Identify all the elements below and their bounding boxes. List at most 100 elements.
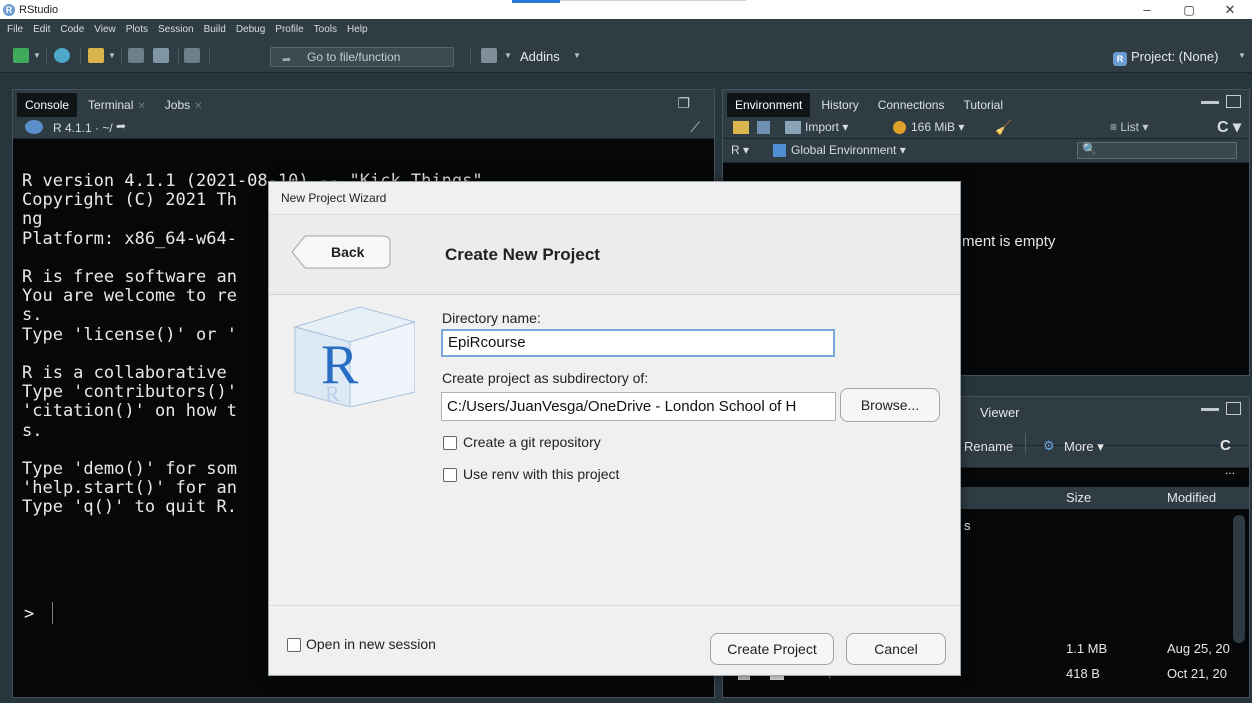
- file-name-fragment: s: [964, 518, 971, 533]
- svg-text:R: R: [325, 381, 340, 406]
- files-scrollbar[interactable]: [1233, 515, 1245, 643]
- menu-view[interactable]: View: [94, 24, 116, 35]
- more-menu[interactable]: More ▾: [1064, 439, 1104, 455]
- project-label: Project: (None): [1131, 49, 1219, 64]
- chevron-down-icon[interactable]: ▼: [573, 51, 581, 60]
- console-prompt[interactable]: >: [24, 604, 34, 624]
- subdirectory-path-input[interactable]: C:/Users/JuanVesga/OneDrive - London Sch…: [441, 392, 836, 421]
- menu-code[interactable]: Code: [60, 24, 84, 35]
- addins-menu[interactable]: Addins: [520, 48, 560, 65]
- tab-console[interactable]: Console: [17, 93, 78, 117]
- go-to-dir-icon[interactable]: ➦: [116, 119, 126, 133]
- console-line: Type 'q()' to quit R.: [22, 497, 237, 518]
- load-workspace-icon[interactable]: [733, 121, 749, 134]
- directory-name-label: Directory name:: [442, 310, 541, 326]
- chevron-down-icon[interactable]: ▼: [108, 51, 116, 60]
- tab-environment[interactable]: Environment: [727, 93, 811, 117]
- menu-edit[interactable]: Edit: [33, 24, 50, 35]
- chevron-down-icon[interactable]: ▼: [33, 51, 41, 60]
- back-button[interactable]: Back: [291, 235, 391, 269]
- console-line: R is a collaborative: [22, 363, 227, 384]
- environment-search-input[interactable]: 🔍: [1077, 142, 1237, 159]
- restore-button[interactable]: ▢: [1169, 0, 1209, 19]
- file-modified: Aug 25, 20: [1167, 641, 1230, 656]
- close-tab-icon[interactable]: ✕: [137, 101, 145, 112]
- open-new-session-checkbox[interactable]: [287, 638, 301, 652]
- save-all-icon[interactable]: [153, 48, 169, 63]
- menu-file[interactable]: File: [7, 24, 23, 35]
- go-to-file-input[interactable]: ➦ Go to file/function: [270, 47, 454, 67]
- print-icon[interactable]: [184, 48, 200, 63]
- minimize-pane-icon[interactable]: [1201, 96, 1219, 104]
- new-file-icon[interactable]: [13, 48, 29, 63]
- view-mode-menu[interactable]: ≡ List ▾: [1110, 120, 1148, 134]
- clear-workspace-icon[interactable]: 🧹: [995, 119, 1012, 136]
- cancel-button[interactable]: Cancel: [846, 633, 946, 665]
- maximize-pane-icon[interactable]: ❐: [677, 95, 690, 112]
- column-modified[interactable]: Modified: [1167, 490, 1216, 505]
- git-repository-checkbox[interactable]: [443, 436, 457, 450]
- working-dir-label: R 4.1.1 · ~/: [53, 121, 113, 135]
- console-line: R is free software an: [22, 267, 237, 288]
- environment-scope-menu[interactable]: Global Environment ▾: [791, 143, 906, 157]
- language-menu[interactable]: R ▾: [731, 143, 749, 157]
- maximize-pane-icon[interactable]: [1226, 95, 1241, 108]
- menu-session[interactable]: Session: [158, 24, 194, 35]
- taskbar-indicator: [512, 0, 560, 3]
- create-project-button[interactable]: Create Project: [710, 633, 834, 665]
- new-project-icon[interactable]: [54, 48, 70, 63]
- save-icon[interactable]: [128, 48, 144, 63]
- subdirectory-label: Create project as subdirectory of:: [442, 370, 649, 386]
- tab-history[interactable]: History: [813, 93, 866, 117]
- go-to-arrow-icon: ➦: [282, 54, 292, 66]
- grid-layout-icon[interactable]: [481, 48, 497, 63]
- menu-plots[interactable]: Plots: [126, 24, 148, 35]
- maximize-pane-icon[interactable]: [1226, 402, 1241, 415]
- more-path-button[interactable]: ...: [1225, 463, 1235, 477]
- toolbar-divider: [178, 48, 179, 65]
- project-menu[interactable]: R Project: (None): [1113, 48, 1218, 66]
- go-to-placeholder: Go to file/function: [307, 50, 401, 64]
- gear-icon[interactable]: ⚙: [1043, 438, 1055, 454]
- tab-jobs[interactable]: Jobs ✕: [157, 93, 211, 117]
- tab-viewer[interactable]: Viewer: [980, 405, 1020, 420]
- browse-button[interactable]: Browse...: [840, 388, 940, 422]
- tab-connections[interactable]: Connections: [870, 93, 953, 117]
- menu-tools[interactable]: Tools: [314, 24, 337, 35]
- open-folder-icon[interactable]: [88, 48, 104, 63]
- toolbar-divider: [121, 48, 122, 65]
- refresh-files-icon[interactable]: C: [1220, 437, 1231, 454]
- renv-checkbox[interactable]: [443, 468, 457, 482]
- import-dataset-icon[interactable]: [785, 121, 801, 134]
- chevron-down-icon[interactable]: ▼: [1238, 51, 1246, 60]
- menu-profile[interactable]: Profile: [275, 24, 303, 35]
- tab-tutorial[interactable]: Tutorial: [955, 93, 1011, 117]
- close-tab-icon[interactable]: ✕: [194, 101, 202, 112]
- memory-usage-menu[interactable]: 166 MiB ▾: [911, 120, 964, 134]
- toolbar-divider: [80, 48, 81, 65]
- window-title: RStudio: [19, 3, 59, 16]
- environment-scope-bar: R ▾ Global Environment ▾ 🔍: [723, 139, 1249, 163]
- console-line: Type 'demo()' for som: [22, 459, 237, 480]
- environment-toolbar: Import ▾ 166 MiB ▾ 🧹 ≡ List ▾ C ▾: [723, 117, 1249, 139]
- menu-help[interactable]: Help: [347, 24, 368, 35]
- menu-build[interactable]: Build: [204, 24, 226, 35]
- console-line: Type 'license()' or ': [22, 324, 237, 345]
- chevron-down-icon[interactable]: ▼: [504, 51, 512, 60]
- close-button[interactable]: ✕: [1210, 0, 1250, 19]
- console-line: Type 'contributors()': [22, 382, 237, 403]
- save-workspace-icon[interactable]: [757, 121, 770, 134]
- rename-button[interactable]: Rename: [964, 439, 1013, 454]
- main-toolbar: ▼ ▼ ➦ Go to file/function ▼ Addins ▼ R Pr…: [0, 39, 1252, 73]
- menu-debug[interactable]: Debug: [236, 24, 265, 35]
- minimize-button[interactable]: –: [1127, 0, 1167, 19]
- minimize-pane-icon[interactable]: [1201, 403, 1219, 411]
- refresh-icon[interactable]: C ▾: [1217, 117, 1241, 137]
- tab-terminal[interactable]: Terminal ✕: [80, 93, 154, 117]
- taskbar-indicator-track: [560, 0, 746, 1]
- directory-name-input[interactable]: EpiRcourse: [441, 329, 835, 357]
- memory-usage-icon[interactable]: [893, 121, 906, 134]
- import-dataset-menu[interactable]: Import ▾: [805, 120, 848, 134]
- column-size[interactable]: Size: [1066, 490, 1091, 505]
- clear-console-icon[interactable]: ⟋: [690, 119, 700, 136]
